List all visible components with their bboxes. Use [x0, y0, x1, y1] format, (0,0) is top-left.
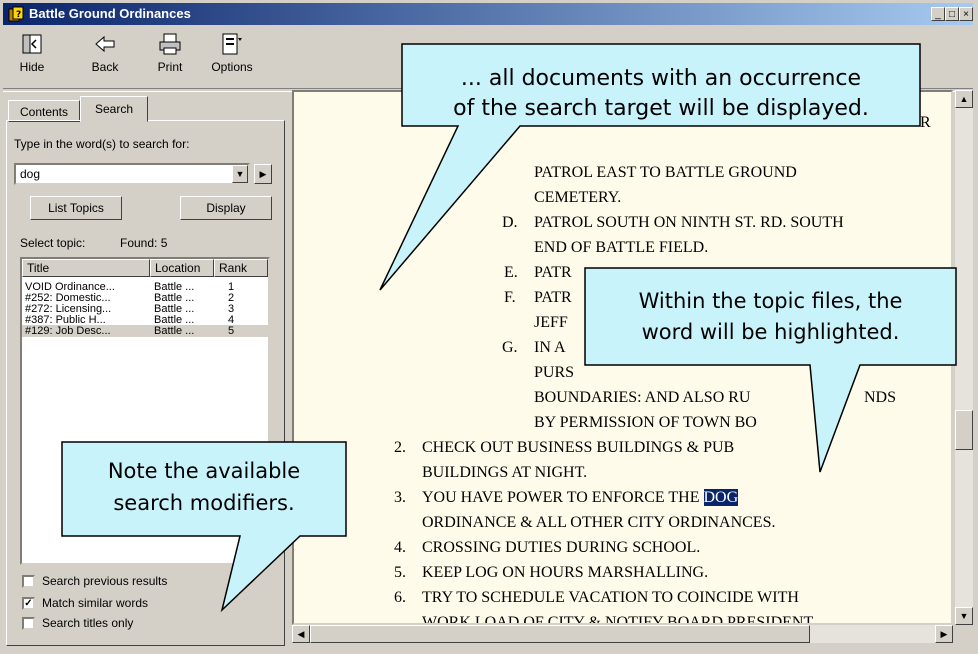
callout-right-line2: word will be highlighted.: [641, 320, 900, 344]
callout-right: Within the topic files, the word will be…: [585, 286, 956, 348]
callout-top: ... all documents with an occurrence of …: [402, 64, 920, 124]
callout-top-line2: of the search target will be displayed.: [453, 96, 869, 121]
tab-search-label: Search: [94, 102, 134, 116]
help-window: ? Battle Ground Ordinances _ □ × Hide Ba…: [0, 0, 978, 654]
callout-left-line2: search modifiers.: [113, 491, 295, 515]
callout-left-line1: Note the available: [107, 459, 301, 483]
tab-search[interactable]: Search: [80, 96, 148, 122]
callout-left: Note the available search modifiers.: [62, 455, 346, 519]
callout-right-line1: Within the topic files, the: [638, 289, 903, 313]
callout-top-line1: ... all documents with an occurrence: [460, 66, 862, 91]
